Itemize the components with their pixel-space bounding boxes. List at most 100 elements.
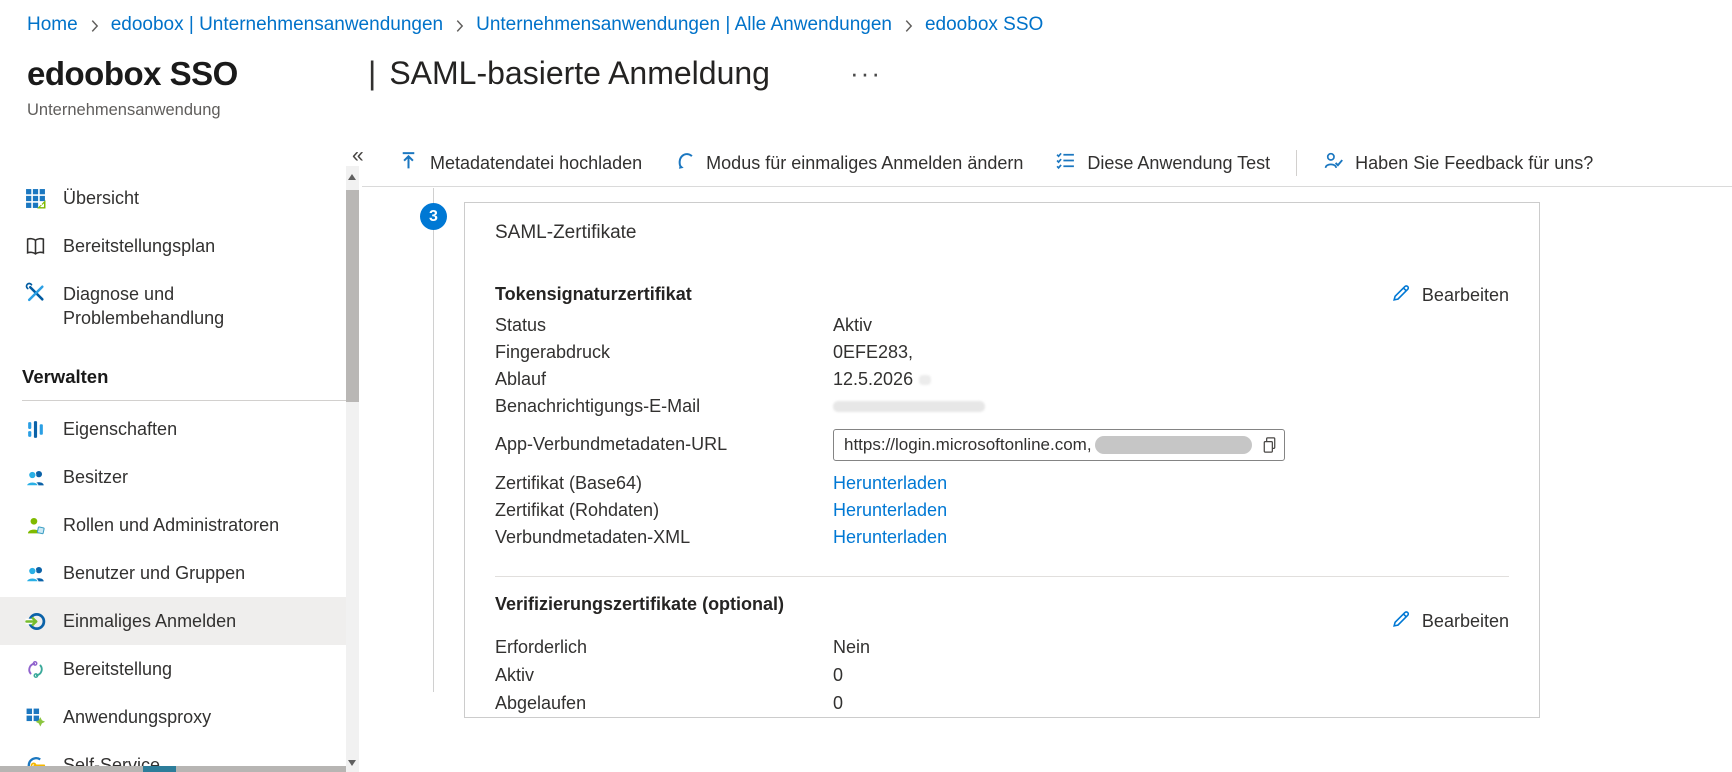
- sidebar-item-label: Anwendungsproxy: [63, 705, 211, 729]
- scroll-up-icon[interactable]: [348, 174, 356, 180]
- edit-token-certificate-button[interactable]: Bearbeiten: [1391, 282, 1509, 308]
- pencil-icon: [1391, 608, 1412, 634]
- saml-certificates-card: SAML-Zertifikate Tokensignaturzertifikat…: [464, 202, 1540, 718]
- redacted-blob: [1095, 436, 1252, 454]
- owners-people-icon: [25, 467, 46, 488]
- url-value: https://login.microsoftonline.com,: [844, 435, 1092, 455]
- checklist-icon: [1055, 150, 1076, 176]
- breadcrumb-link-edoobox-sso[interactable]: edoobox SSO: [925, 14, 1043, 36]
- chevron-right-icon: [454, 17, 465, 35]
- breadcrumb-link-home[interactable]: Home: [27, 14, 78, 36]
- row-label: Zertifikat (Rohdaten): [495, 500, 833, 521]
- row-label: Fingerabdruck: [495, 342, 833, 363]
- sidebar-item-label: Diagnose und Problembehandlung: [63, 282, 313, 330]
- redacted-blob: [833, 401, 985, 412]
- sidebar-item-label: Übersicht: [63, 186, 139, 210]
- download-base64-link[interactable]: Herunterladen: [833, 473, 947, 494]
- edit-button-label: Bearbeiten: [1422, 285, 1509, 306]
- edit-verification-certificates-button[interactable]: Bearbeiten: [1391, 608, 1509, 634]
- copy-icon[interactable]: [1260, 435, 1279, 454]
- sidebar-item-benutzer-gruppen[interactable]: Benutzer und Gruppen: [0, 549, 346, 597]
- row-value: 0: [833, 665, 843, 686]
- more-menu-button[interactable]: ···: [850, 58, 882, 89]
- sidebar-item-bereitstellung[interactable]: Bereitstellung: [0, 645, 346, 693]
- roles-person-cube-icon: [25, 515, 46, 536]
- sidebar-item-label: Bereitstellung: [63, 657, 172, 681]
- page-title: edoobox SSO: [27, 55, 238, 93]
- app-proxy-grid-icon: [25, 707, 46, 728]
- sidebar-item-einmaliges-anmelden[interactable]: Einmaliges Anmelden: [0, 597, 346, 645]
- row-label: Status: [495, 315, 833, 336]
- breadcrumb-link-enterprise-apps[interactable]: edoobox | Unternehmensanwendungen: [111, 14, 443, 36]
- sidebar-scrollbar[interactable]: [346, 166, 359, 772]
- section-title: Verifizierungszertifikate (optional): [495, 592, 784, 616]
- sidebar-item-label: Bereitstellungsplan: [63, 234, 215, 258]
- change-mode-icon: [674, 150, 695, 176]
- federation-metadata-url-input[interactable]: https://login.microsoftonline.com,: [833, 429, 1285, 461]
- command-bar: Metadatendatei hochladen Modus für einma…: [362, 140, 1732, 187]
- change-sso-mode-button[interactable]: Modus für einmaliges Anmelden ändern: [658, 145, 1039, 181]
- feedback-person-icon: [1323, 150, 1344, 176]
- sidebar-item-besitzer[interactable]: Besitzer: [0, 453, 346, 501]
- verification-certificates-section-header: Verifizierungszertifikate (optional) Bea…: [495, 592, 1509, 616]
- scrollbar-thumb[interactable]: [346, 190, 359, 402]
- chevron-right-icon: [903, 17, 914, 35]
- notification-email-row: Benachrichtigungs-E-Mail: [495, 393, 1509, 420]
- upload-metadata-button[interactable]: Metadatendatei hochladen: [382, 145, 658, 181]
- expired-row: Abgelaufen 0: [495, 689, 1509, 717]
- sidebar-item-bereitstellungsplan[interactable]: Bereitstellungsplan: [0, 222, 346, 270]
- sidebar-item-uebersicht[interactable]: Übersicht: [0, 174, 346, 222]
- thumbprint-row: Fingerabdruck 0EFE283,: [495, 339, 1509, 366]
- single-sign-on-icon: [25, 611, 46, 632]
- bottom-edge-accent: [143, 766, 176, 772]
- pencil-icon: [1391, 282, 1412, 308]
- app-type-subtitle: Unternehmensanwendung: [27, 101, 221, 120]
- scroll-down-icon[interactable]: [348, 760, 356, 766]
- sidebar-item-eigenschaften[interactable]: Eigenschaften: [0, 405, 346, 453]
- test-application-button[interactable]: Diese Anwendung Test: [1039, 145, 1286, 181]
- redacted-blob: [919, 375, 931, 385]
- toolbar-button-label: Diese Anwendung Test: [1087, 153, 1270, 174]
- toolbar-button-label: Haben Sie Feedback für uns?: [1355, 153, 1593, 174]
- upload-icon: [398, 150, 419, 176]
- download-raw-link[interactable]: Herunterladen: [833, 500, 947, 521]
- blade-title: | SAML-basierte Anmeldung: [368, 55, 770, 92]
- certificate-raw-row: Zertifikat (Rohdaten) Herunterladen: [495, 497, 1509, 524]
- troubleshoot-tools-icon: [25, 282, 46, 303]
- download-rows: Zertifikat (Base64) Herunterladen Zertif…: [495, 470, 1509, 551]
- sidebar-divider: [22, 400, 346, 401]
- row-label: Zertifikat (Base64): [495, 473, 833, 494]
- azure-portal-page: Home edoobox | Unternehmensanwendungen U…: [0, 0, 1732, 772]
- required-row: Erforderlich Nein: [495, 633, 1509, 661]
- title-separator: |: [368, 55, 376, 92]
- row-label: Aktiv: [495, 665, 833, 686]
- edit-button-label: Bearbeiten: [1422, 611, 1509, 632]
- active-row: Aktiv 0: [495, 661, 1509, 689]
- chevron-right-icon: [89, 17, 100, 35]
- overview-grid-icon: [25, 188, 46, 209]
- row-label: Verbundmetadaten-XML: [495, 527, 833, 548]
- row-label: Abgelaufen: [495, 693, 833, 714]
- bottom-edge-strip: [0, 766, 346, 772]
- sidebar-item-label: Besitzer: [63, 465, 128, 489]
- row-label: Ablauf: [495, 369, 833, 390]
- sidebar-item-anwendungsproxy[interactable]: Anwendungsproxy: [0, 693, 346, 741]
- row-value: 0EFE283,: [833, 342, 913, 363]
- toolbar-button-label: Metadatendatei hochladen: [430, 153, 642, 174]
- download-metadata-xml-link[interactable]: Herunterladen: [833, 527, 947, 548]
- deployment-plan-book-icon: [25, 236, 46, 257]
- breadcrumb: Home edoobox | Unternehmensanwendungen U…: [27, 14, 1043, 36]
- feedback-button[interactable]: Haben Sie Feedback für uns?: [1307, 145, 1609, 181]
- card-section-divider: [495, 576, 1509, 577]
- verification-detail-rows: Erforderlich Nein Aktiv 0 Abgelaufen 0: [495, 633, 1509, 717]
- certificate-base64-row: Zertifikat (Base64) Herunterladen: [495, 470, 1509, 497]
- breadcrumb-link-all-apps[interactable]: Unternehmensanwendungen | Alle Anwendung…: [476, 14, 892, 36]
- blade-title-text: SAML-basierte Anmeldung: [389, 55, 770, 92]
- sidebar-item-diagnose[interactable]: Diagnose und Problembehandlung: [0, 270, 346, 342]
- sidebar-item-label: Einmaliges Anmelden: [63, 609, 236, 633]
- card-title: SAML-Zertifikate: [495, 223, 1509, 243]
- row-value: 0: [833, 693, 843, 714]
- toolbar-divider: [1296, 150, 1297, 176]
- token-certificate-section-header: Tokensignaturzertifikat Bearbeiten: [495, 282, 1509, 306]
- sidebar-item-rollen[interactable]: Rollen und Administratoren: [0, 501, 346, 549]
